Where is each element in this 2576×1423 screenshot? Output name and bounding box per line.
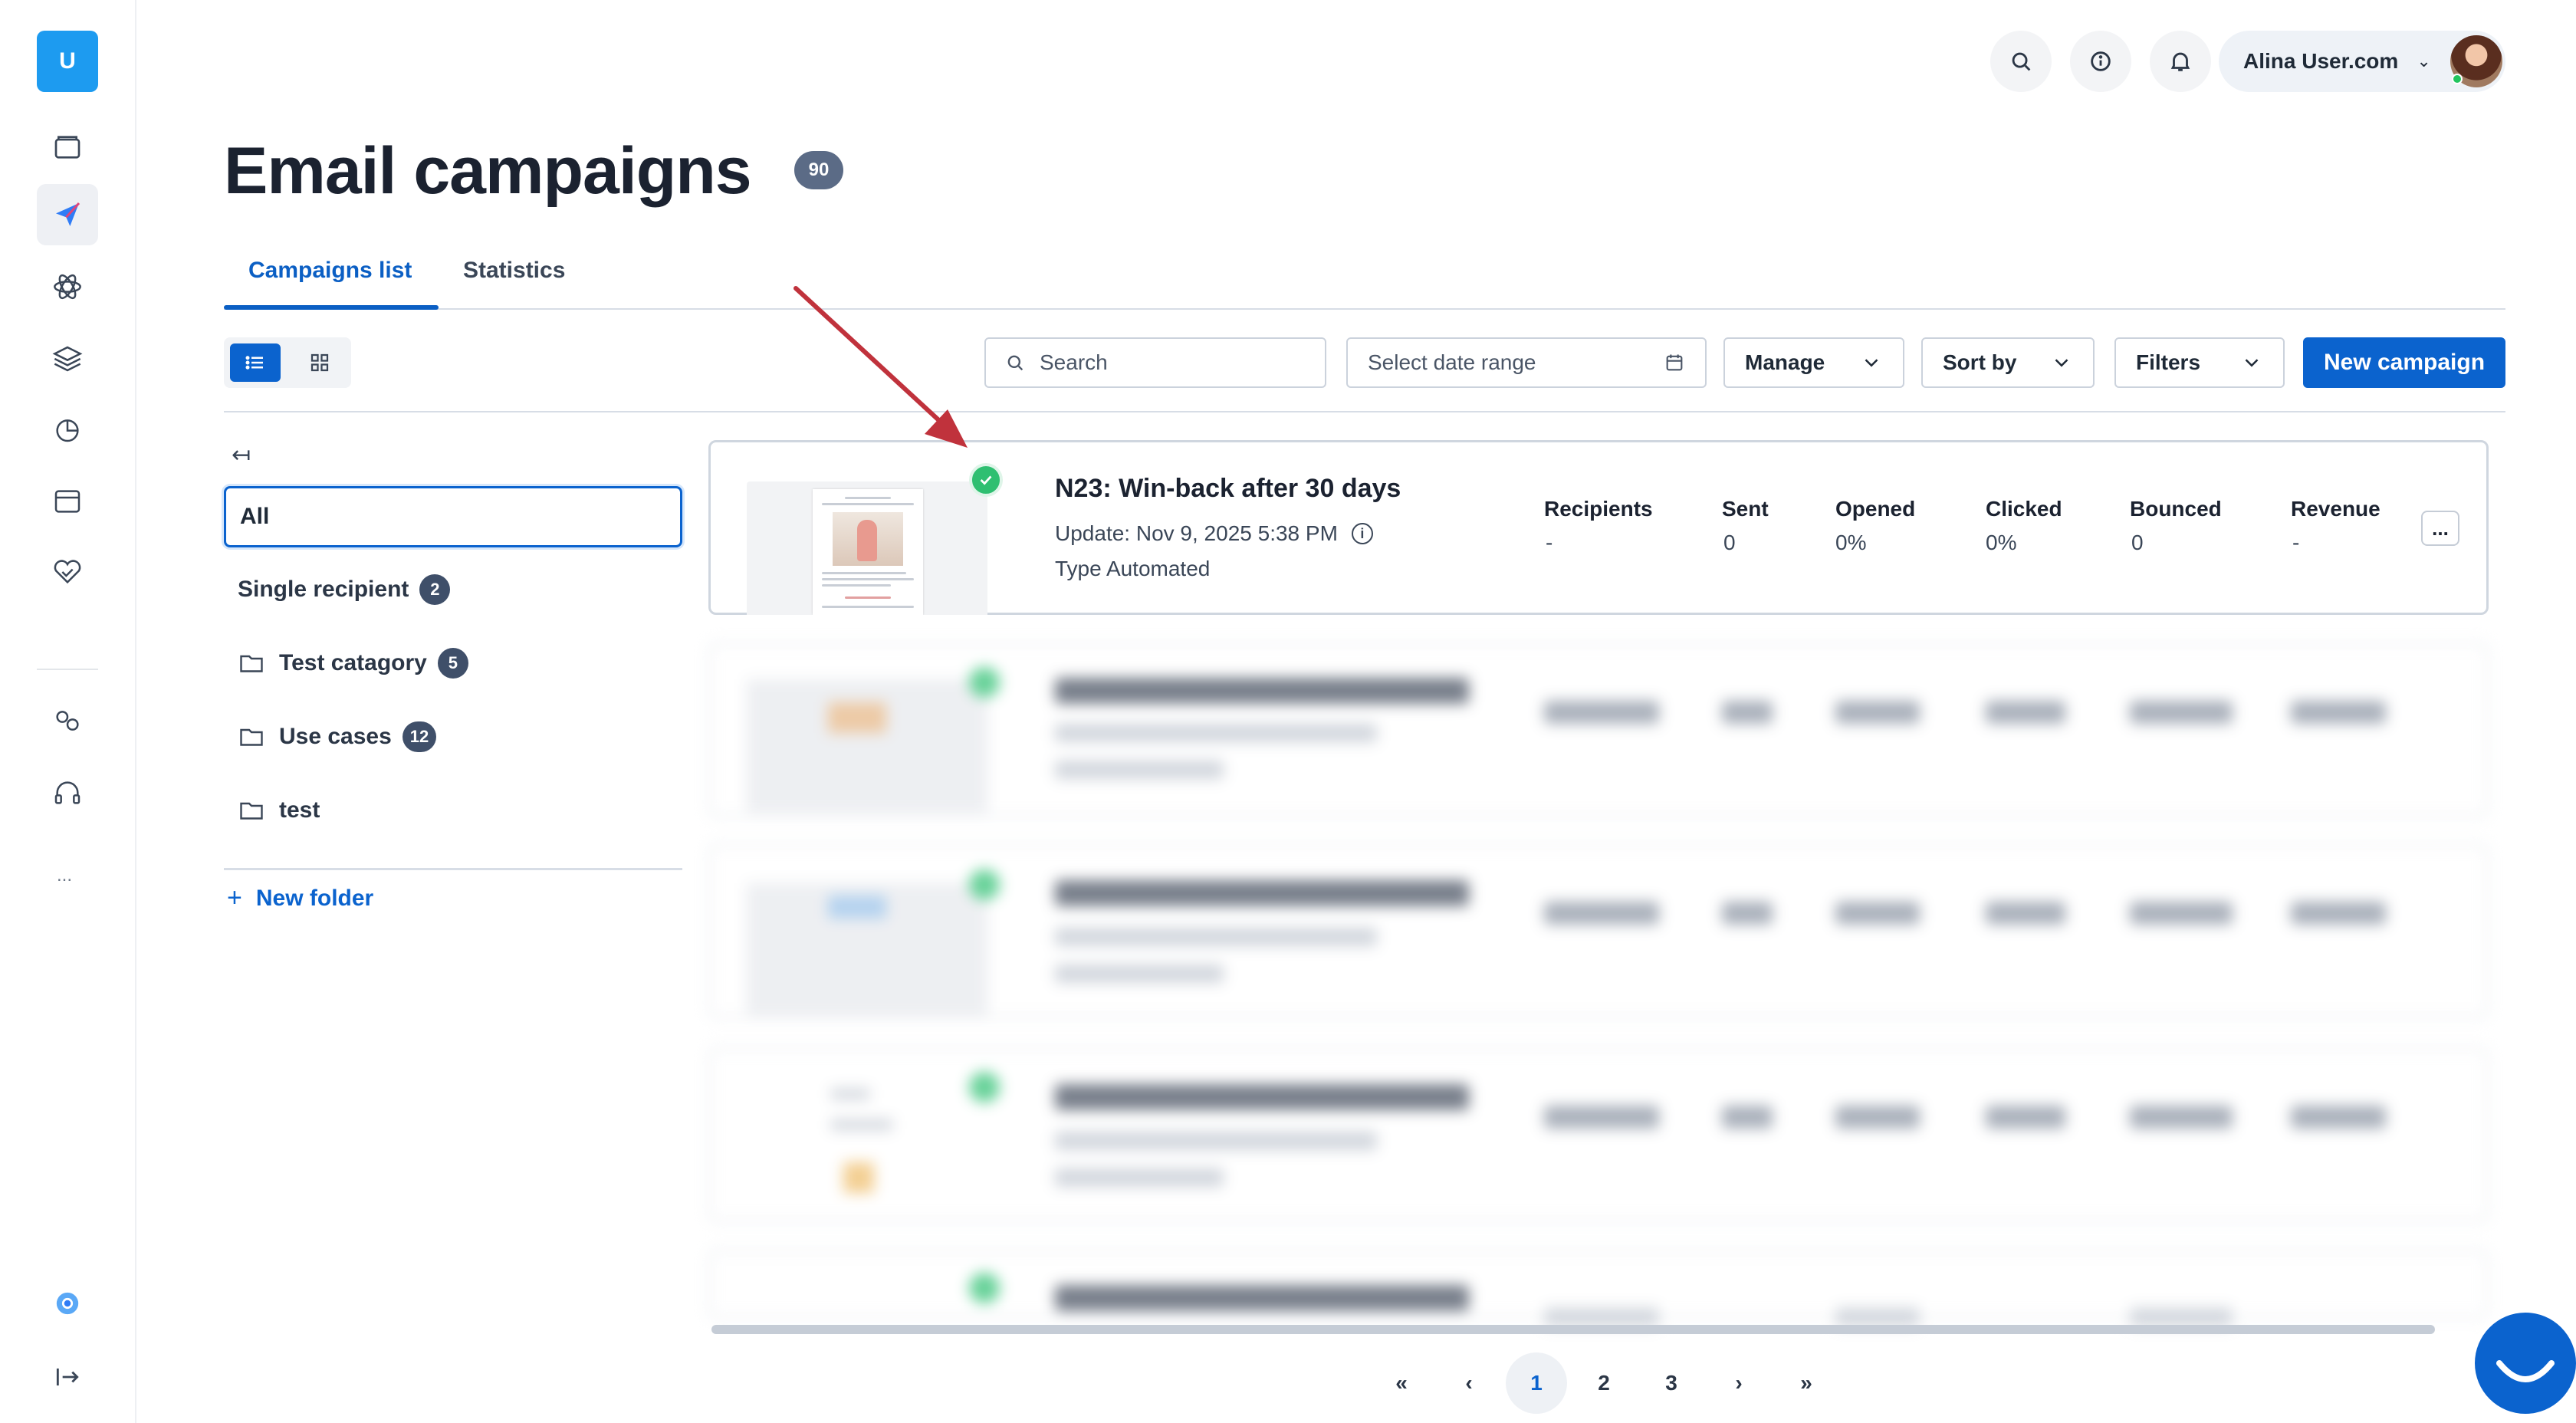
chat-smile-icon [2496, 1360, 2555, 1382]
blurred-status-icon [969, 869, 1000, 900]
page-2-button[interactable]: 2 [1573, 1352, 1635, 1414]
chat-widget-button[interactable] [2475, 1313, 2576, 1414]
previous-page-button[interactable]: ‹ [1438, 1352, 1500, 1414]
last-page-button[interactable]: » [1776, 1352, 1837, 1414]
blurred-campaign-list [0, 0, 2576, 1423]
blurred-status-icon [969, 1273, 1000, 1303]
first-page-button[interactable]: « [1371, 1352, 1432, 1414]
blurred-status-icon [969, 667, 1000, 698]
blurred-status-icon [969, 1072, 1000, 1103]
page-3-button[interactable]: 3 [1641, 1352, 1702, 1414]
blurred-thumbnail [747, 679, 987, 813]
next-page-button[interactable]: › [1708, 1352, 1769, 1414]
page-1-button[interactable]: 1 [1506, 1352, 1567, 1414]
horizontal-scrollbar[interactable] [711, 1325, 2435, 1334]
